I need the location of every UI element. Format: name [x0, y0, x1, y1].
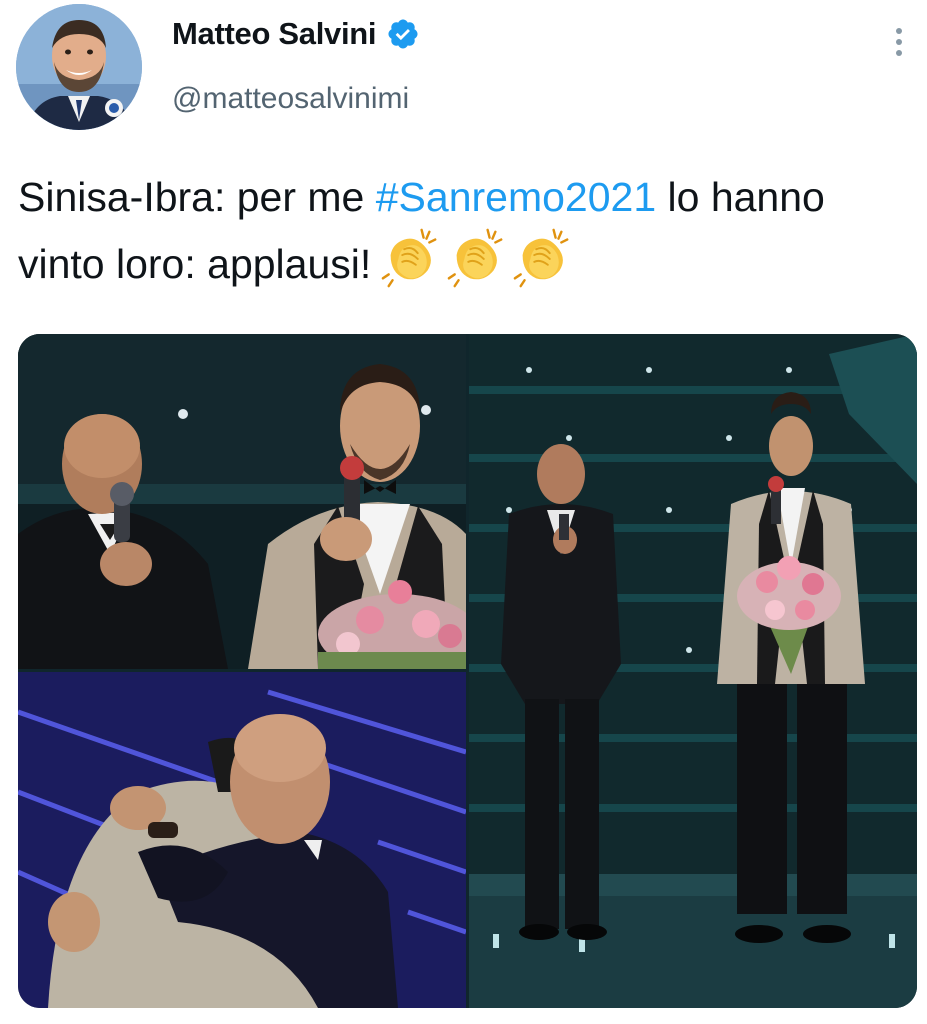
clap-emoji-group — [379, 226, 573, 288]
more-vertical-icon[interactable] — [884, 22, 914, 62]
hashtag-link[interactable]: #Sanremo2021 — [376, 174, 656, 220]
tweet-card[interactable]: Matteo Salvini @matteosalvinimi Sinisa-I… — [0, 0, 927, 1024]
photo-hug[interactable] — [18, 672, 466, 1008]
photo-closeup[interactable] — [18, 334, 466, 669]
author-line[interactable]: Matteo Salvini — [172, 16, 420, 52]
menu-dot — [896, 39, 902, 45]
author-handle[interactable]: @matteosalvinimi — [172, 82, 409, 116]
verified-badge-icon — [388, 19, 418, 49]
clapping-hands-icon — [381, 228, 437, 288]
tweet-text: Sinisa-Ibra: per me #Sanremo2021 lo hann… — [18, 168, 913, 293]
media-grid — [18, 334, 917, 1008]
avatar[interactable] — [16, 4, 142, 130]
author-name[interactable]: Matteo Salvini — [172, 16, 377, 52]
menu-dot — [896, 50, 902, 56]
photo-stage[interactable] — [469, 334, 917, 1008]
menu-dot — [896, 28, 902, 34]
clapping-hands-icon — [513, 228, 569, 288]
tweet-text-start: Sinisa-Ibra: per me — [18, 174, 376, 220]
clapping-hands-icon — [447, 228, 503, 288]
